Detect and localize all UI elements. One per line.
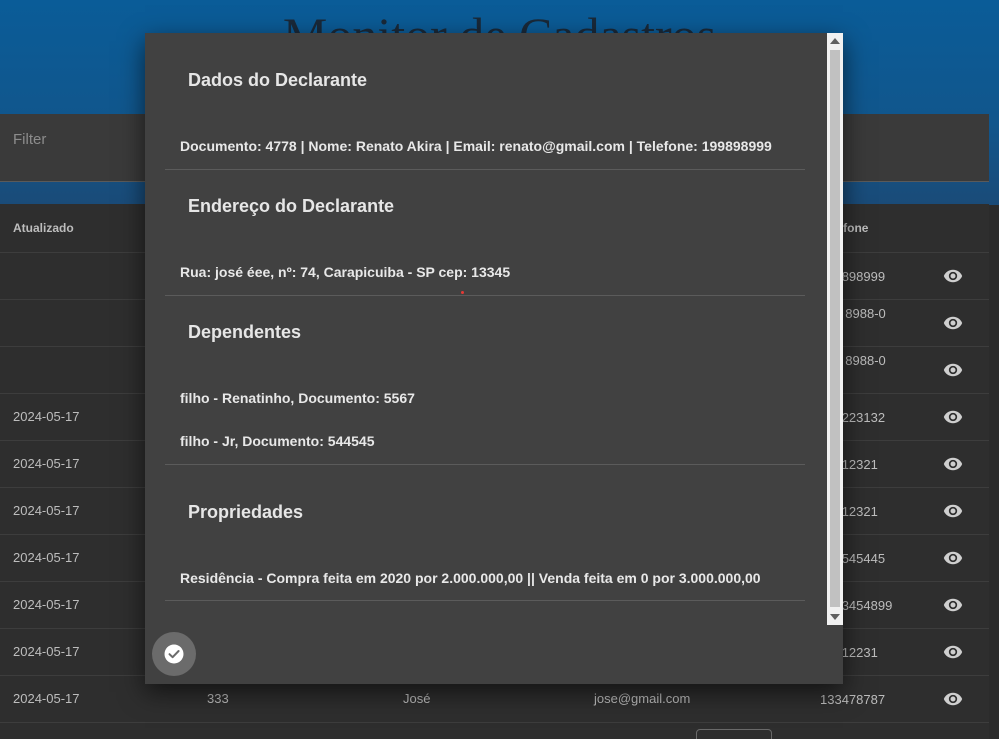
check-circle-icon bbox=[164, 644, 184, 664]
dependent-item: filho - Renatinho, Documento: 5567 bbox=[180, 390, 415, 406]
cell-updated: 2024-05-17 bbox=[13, 691, 80, 706]
cell-phone: 133478787 bbox=[820, 692, 886, 707]
view-eye-icon[interactable] bbox=[941, 595, 965, 615]
cell-id: 333 bbox=[207, 691, 229, 706]
scroll-up-arrow-icon[interactable] bbox=[830, 38, 840, 44]
pagination-control[interactable] bbox=[696, 729, 772, 739]
properties-section-title: Propriedades bbox=[188, 502, 304, 522]
address-section-title: Endereço do Declarante bbox=[188, 196, 395, 216]
view-eye-icon[interactable] bbox=[941, 689, 965, 709]
property-item: Residência - Compra feita em 2020 por 2.… bbox=[180, 570, 761, 586]
dependents-section-title: Dependentes bbox=[188, 322, 302, 342]
section-divider bbox=[165, 295, 805, 296]
cell-name: José bbox=[403, 691, 431, 706]
view-eye-icon[interactable] bbox=[941, 266, 965, 286]
view-eye-icon[interactable] bbox=[941, 642, 965, 662]
cell-updated: 2024-05-17 bbox=[13, 550, 80, 565]
declarant-info: Documento: 4778 | Nome: Renato Akira | E… bbox=[180, 138, 772, 154]
scrollbar-thumb[interactable] bbox=[830, 50, 840, 607]
dependent-item: filho - Jr, Documento: 544545 bbox=[180, 433, 375, 449]
view-eye-icon[interactable] bbox=[941, 313, 965, 333]
red-marker bbox=[461, 291, 464, 294]
section-divider bbox=[165, 600, 805, 601]
view-eye-icon[interactable] bbox=[941, 501, 965, 521]
dialog-content[interactable]: Dados do Declarante Documento: 4778 | No… bbox=[145, 33, 827, 625]
section-divider bbox=[165, 464, 805, 465]
header-updated[interactable]: Atualizado bbox=[13, 221, 74, 235]
cell-updated: 2024-05-17 bbox=[13, 409, 80, 424]
view-eye-icon[interactable] bbox=[941, 360, 965, 380]
cell-updated: 2024-05-17 bbox=[13, 456, 80, 471]
confirm-button[interactable] bbox=[152, 632, 196, 676]
cell-updated: 2024-05-17 bbox=[13, 503, 80, 518]
view-eye-icon[interactable] bbox=[941, 407, 965, 427]
address-info: Rua: josé éee, nº: 74, Carapicuiba - SP … bbox=[180, 264, 511, 280]
view-eye-icon[interactable] bbox=[941, 454, 965, 474]
cell-email: jose@gmail.com bbox=[594, 691, 691, 706]
declarant-details-dialog: Dados do Declarante Documento: 4778 | No… bbox=[145, 33, 843, 684]
cell-updated: 2024-05-17 bbox=[13, 644, 80, 659]
declarant-section-title: Dados do Declarante bbox=[188, 70, 368, 90]
scroll-down-arrow-icon[interactable] bbox=[830, 614, 840, 620]
section-divider bbox=[165, 169, 805, 170]
page: Monitor de Cadastros Filter Atualizado T… bbox=[0, 0, 999, 739]
view-eye-icon[interactable] bbox=[941, 548, 965, 568]
filter-input[interactable]: Filter bbox=[13, 131, 46, 148]
dialog-scrollbar[interactable] bbox=[827, 33, 843, 625]
cell-updated: 2024-05-17 bbox=[13, 597, 80, 612]
